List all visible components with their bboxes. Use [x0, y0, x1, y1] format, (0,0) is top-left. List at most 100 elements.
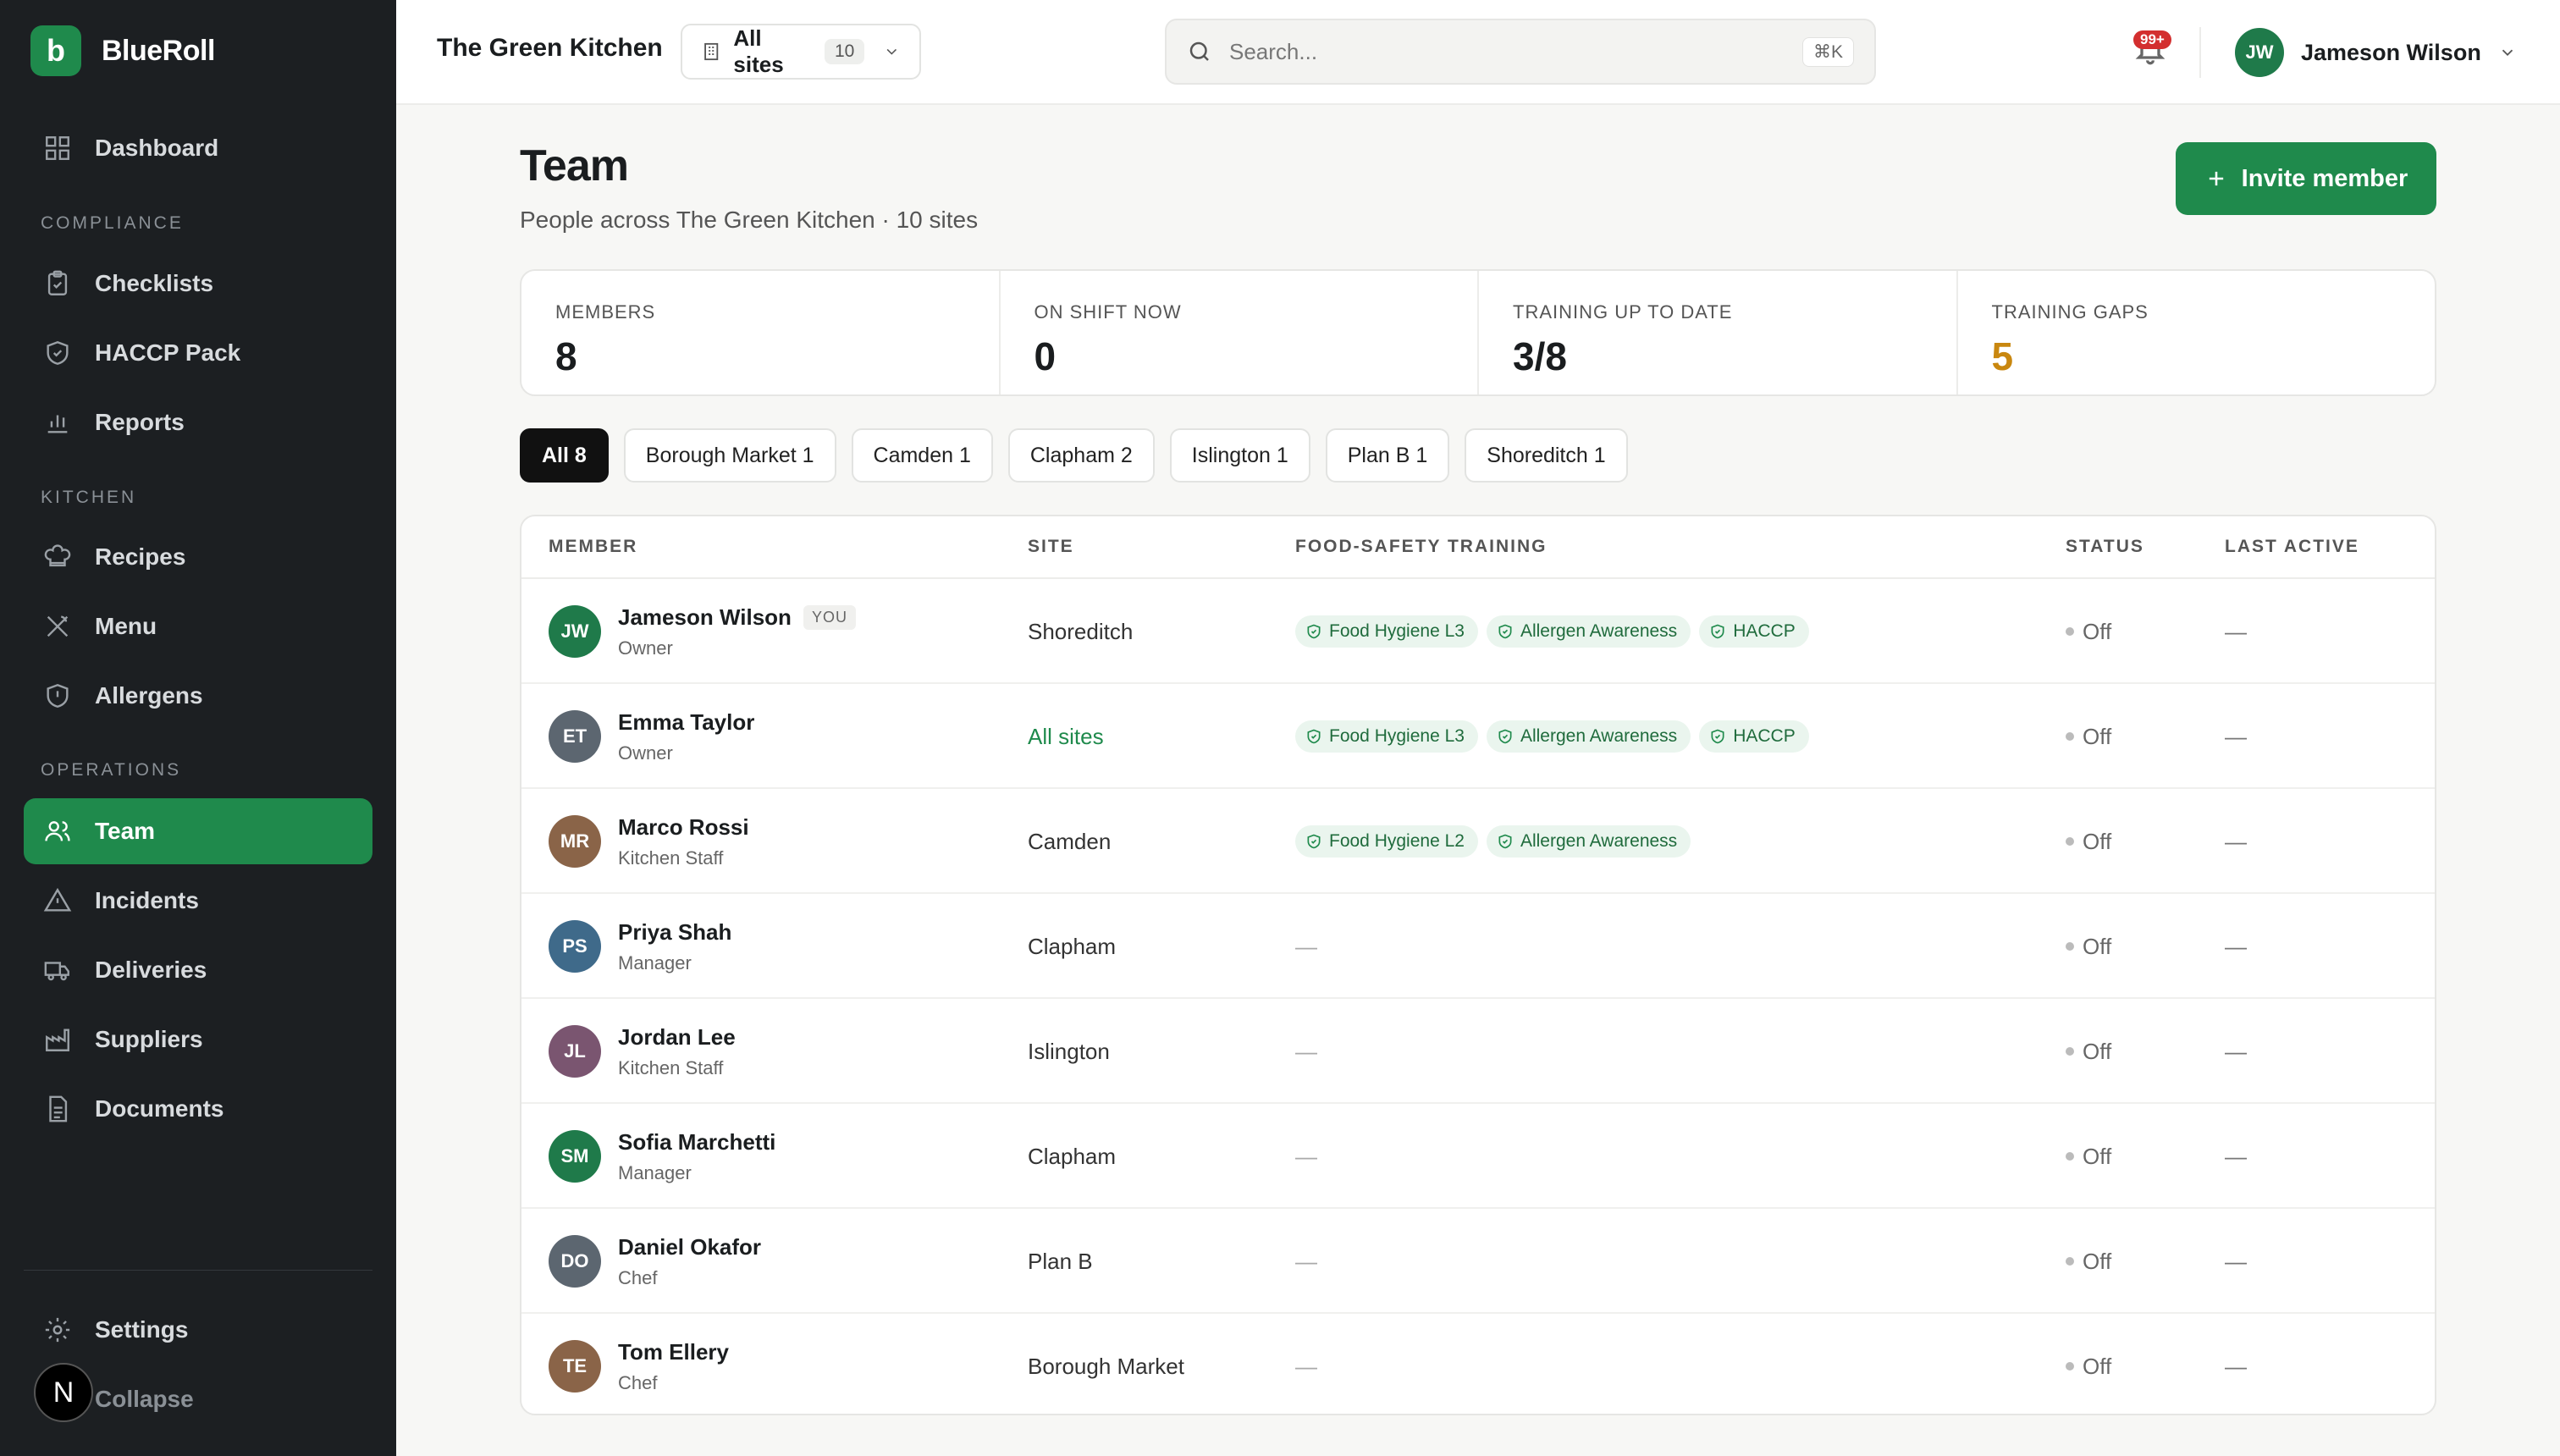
sidebar-item-label: Documents: [95, 1095, 224, 1122]
sidebar-item-haccp[interactable]: HACCP Pack: [24, 320, 372, 386]
member-cell: PS Priya Shah Manager: [549, 894, 731, 999]
dashboard-icon: [42, 133, 73, 163]
avatar: PS: [549, 920, 601, 973]
invite-member-button[interactable]: Invite member: [2176, 142, 2436, 215]
table-row[interactable]: TE Tom Ellery Chef Borough Market — Off —: [521, 1314, 2435, 1414]
member-info: Jordan Lee Kitchen Staff: [618, 1024, 736, 1079]
shield-check-icon: [1307, 624, 1321, 639]
training-cell: Food Hygiene L3 Allergen Awareness HACCP: [1295, 684, 1809, 789]
sidebar-item-label: Allergens: [95, 682, 203, 709]
gear-icon: [42, 1315, 73, 1345]
filter-chip-all[interactable]: All 8: [520, 428, 609, 483]
table-row[interactable]: MR Marco Rossi Kitchen Staff Camden Food Hyg…: [521, 789, 2435, 894]
site-cell: Plan B: [1028, 1248, 1093, 1274]
sidebar-divider: [24, 1270, 372, 1271]
member-name[interactable]: Tom Ellery: [618, 1339, 729, 1365]
filter-chip-plan-b[interactable]: Plan B 1: [1325, 428, 1450, 483]
member-role: Manager: [618, 1161, 692, 1183]
status-dot: [2066, 1362, 2074, 1371]
sidebar-item-settings[interactable]: Settings: [24, 1297, 372, 1363]
invite-member-label: Invite member: [2241, 164, 2408, 192]
sidebar-item-label: Reports: [95, 409, 185, 435]
search-input[interactable]: [1229, 38, 1785, 65]
member-name[interactable]: Sofia Marchetti: [618, 1129, 775, 1155]
status-dot: [2066, 837, 2074, 846]
last-active-cell: —: [2225, 1248, 2247, 1274]
shield-check-icon: [42, 338, 73, 368]
status-dot: [2066, 627, 2074, 636]
member-name[interactable]: Jameson Wilson YOU: [618, 604, 856, 631]
table-row[interactable]: PS Priya Shah Manager Clapham — Off —: [521, 894, 2435, 999]
member-name[interactable]: Jordan Lee: [618, 1024, 736, 1051]
document-icon: [42, 1094, 73, 1124]
member-info: Tom Ellery Chef: [618, 1339, 729, 1394]
site-select[interactable]: All sites 10: [681, 24, 921, 80]
sidebar-item-team[interactable]: Team: [24, 798, 372, 864]
table-row[interactable]: JL Jordan Lee Kitchen Staff Islington — Off —: [521, 999, 2435, 1104]
sidebar-item-allergens[interactable]: Allergens: [24, 663, 372, 729]
training-empty: —: [1295, 1248, 1317, 1274]
status-cell: Off: [2066, 1104, 2111, 1209]
member-info: Daniel Okafor Chef: [618, 1234, 761, 1289]
building-icon: [704, 42, 719, 61]
table-row[interactable]: JW Jameson Wilson YOU Owner Shoreditch Food H…: [521, 579, 2435, 684]
status-dot: [2066, 732, 2074, 741]
search-bar[interactable]: ⌘K: [1165, 19, 1876, 85]
filter-chip-borough-market[interactable]: Borough Market 1: [623, 428, 836, 483]
table-row[interactable]: ET Emma Taylor Owner All sites Food Hygiene …: [521, 684, 2435, 789]
member-role: Owner: [618, 637, 673, 659]
status-dot: [2066, 1257, 2074, 1266]
plus-icon: [2209, 171, 2223, 186]
filter-chip-clapham[interactable]: Clapham 2: [1007, 428, 1155, 483]
factory-icon: [42, 1024, 73, 1055]
column-header-member: MEMBER: [549, 537, 638, 556]
sidebar-item-menu[interactable]: Menu: [24, 593, 372, 659]
dev-tools-badge[interactable]: N: [34, 1363, 93, 1422]
training-cell: —: [1295, 1314, 1317, 1414]
filter-chip-camden[interactable]: Camden 1: [851, 428, 993, 483]
shield-check-icon: [1307, 834, 1321, 849]
sidebar-item-checklists[interactable]: Checklists: [24, 251, 372, 317]
chevron-down-icon: [2502, 49, 2513, 57]
sidebar-item-dashboard[interactable]: Dashboard: [24, 115, 372, 181]
stat-on-shift: ON SHIFT NOW 0: [1001, 271, 1479, 394]
column-header-status: STATUS: [2066, 537, 2144, 556]
stat-label: TRAINING GAPS: [1991, 301, 2149, 323]
column-header-training: FOOD-SAFETY TRAINING: [1295, 537, 1548, 556]
status-dot: [2066, 1152, 2074, 1161]
table-row[interactable]: DO Daniel Okafor Chef Plan B — Off —: [521, 1209, 2435, 1314]
user-menu[interactable]: JW Jameson Wilson: [2235, 27, 2517, 78]
table-row[interactable]: SM Sofia Marchetti Manager Clapham — Off —: [521, 1104, 2435, 1209]
sidebar-item-reports[interactable]: Reports: [24, 389, 372, 455]
site-cell: Clapham: [1028, 1143, 1117, 1169]
sidebar-item-recipes[interactable]: Recipes: [24, 524, 372, 590]
member-cell: ET Emma Taylor Owner: [549, 684, 754, 789]
member-name[interactable]: Emma Taylor: [618, 709, 754, 736]
member-role: Kitchen Staff: [618, 847, 724, 869]
training-badge: HACCP: [1699, 720, 1809, 753]
sidebar-item-label: Settings: [95, 1316, 189, 1343]
brand[interactable]: b BlueRoll: [30, 25, 215, 76]
training-badge-label: Food Hygiene L2: [1329, 831, 1465, 851]
stat-label: ON SHIFT NOW: [1034, 301, 1182, 323]
training-badge-label: Allergen Awareness: [1520, 621, 1678, 641]
filter-chip-shoreditch[interactable]: Shoreditch 1: [1465, 428, 1628, 483]
member-name-text: Jordan Lee: [618, 1023, 736, 1050]
filter-chip-islington[interactable]: Islington 1: [1169, 428, 1310, 483]
member-name[interactable]: Marco Rossi: [618, 814, 749, 841]
page-title: Team: [520, 141, 629, 190]
shield-check-icon: [1498, 834, 1512, 849]
member-role: Chef: [618, 1371, 658, 1393]
sidebar-item-incidents[interactable]: Incidents: [24, 868, 372, 934]
sidebar-item-suppliers[interactable]: Suppliers: [24, 1007, 372, 1073]
last-active-cell: —: [2225, 1353, 2247, 1379]
training-badge: Allergen Awareness: [1486, 825, 1691, 858]
training-badge: Food Hygiene L3: [1295, 720, 1478, 753]
member-name[interactable]: Priya Shah: [618, 919, 731, 946]
avatar: JL: [549, 1025, 601, 1078]
clipboard-icon: [42, 268, 73, 299]
member-name[interactable]: Daniel Okafor: [618, 1234, 761, 1260]
sidebar-item-deliveries[interactable]: Deliveries: [24, 937, 372, 1003]
sidebar-item-documents[interactable]: Documents: [24, 1076, 372, 1142]
member-cell: SM Sofia Marchetti Manager: [549, 1104, 775, 1209]
